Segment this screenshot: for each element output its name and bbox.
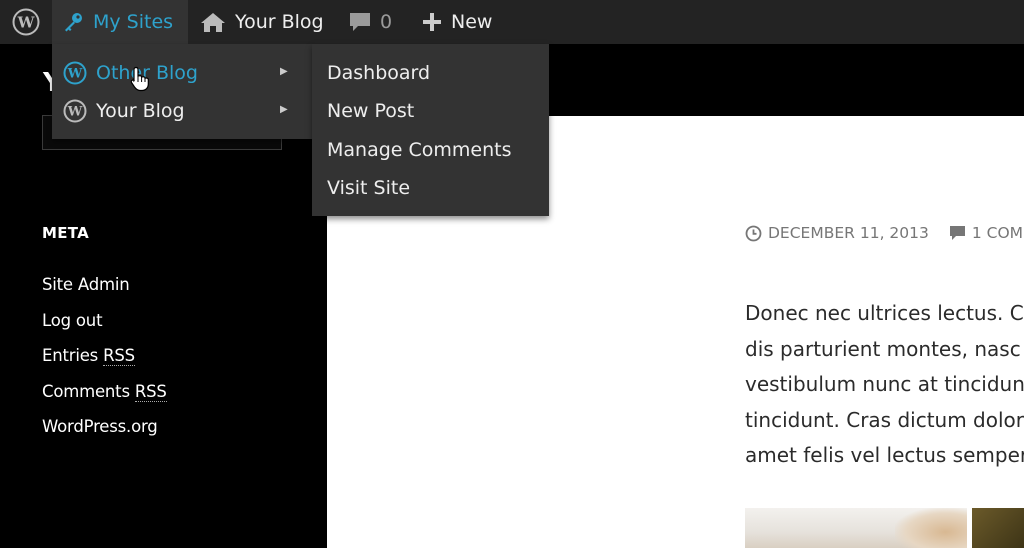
wordpress-logo-icon: W: [63, 61, 87, 85]
gallery-image[interactable]: [972, 508, 1024, 548]
comments-rss-link[interactable]: Comments RSS: [42, 381, 167, 418]
submenu-dashboard[interactable]: Dashboard: [327, 54, 430, 92]
comments-rss-label: Comments: [42, 381, 135, 401]
comments-rss-abbr: RSS: [134, 381, 167, 402]
comment-bubble-icon: [949, 226, 965, 240]
meta-heading: META: [42, 224, 90, 242]
key-icon: [65, 13, 82, 32]
hand-cursor-icon: [130, 66, 149, 92]
site-admin-link[interactable]: Site Admin: [42, 275, 167, 311]
entries-rss-label: Entries: [42, 346, 104, 365]
other-blog-submenu: Dashboard New Post Manage Comments Visit…: [312, 44, 549, 216]
gallery-image-cat[interactable]: [745, 508, 967, 548]
wp-logo-menu[interactable]: W: [0, 0, 52, 44]
svg-text:W: W: [17, 14, 36, 32]
my-sites-dropdown: W Other Blog ▶ W Your Blog ▶: [52, 44, 312, 139]
submenu-arrow-icon: ▶: [280, 104, 288, 115]
svg-text:W: W: [67, 105, 83, 120]
post-line: amet felis vel lectus semper: [745, 443, 1024, 467]
submenu-visit-site[interactable]: Visit Site: [327, 169, 410, 207]
comments-count: 0: [380, 11, 393, 33]
submenu-arrow-icon: ▶: [280, 66, 288, 77]
admin-bar: W My Sites Your Blog 0 New: [0, 0, 1024, 44]
svg-text:W: W: [67, 67, 83, 82]
my-sites-menu[interactable]: My Sites: [52, 0, 188, 44]
entries-rss-abbr: RSS: [103, 346, 135, 366]
post-line: vestibulum nunc at tincidun: [745, 372, 1024, 396]
home-icon: [201, 13, 225, 32]
my-sites-label: My Sites: [93, 11, 174, 33]
wordpress-logo-icon: W: [12, 8, 40, 36]
post-line: tincidunt. Cras dictum dolor: [745, 407, 1024, 432]
your-blog-menu-label: Your Blog: [96, 100, 185, 122]
post-date-link[interactable]: DECEMBER 11, 2013: [768, 224, 929, 242]
your-blog-menu[interactable]: Your Blog: [200, 0, 324, 44]
post-line: dis parturient montes, nasc: [745, 336, 1021, 361]
post-line: Donec nec ultrices lectus. C: [745, 301, 1024, 325]
your-blog-label: Your Blog: [235, 11, 324, 33]
comments-menu[interactable]: 0: [349, 0, 392, 44]
menu-item-your-blog[interactable]: W Your Blog ▶: [52, 92, 312, 130]
log-out-link[interactable]: Log out: [42, 311, 167, 347]
submenu-manage-comments[interactable]: Manage Comments: [327, 131, 512, 169]
submenu-new-post[interactable]: New Post: [327, 92, 414, 130]
comments-link[interactable]: 1 COM: [972, 224, 1023, 242]
wordpress-logo-icon: W: [63, 99, 87, 123]
post-body: Donec nec ultrices lectus. C dis parturi…: [745, 296, 1024, 474]
wordpress-org-link[interactable]: WordPress.org: [42, 417, 167, 453]
new-content-menu[interactable]: New: [422, 0, 492, 44]
entries-rss-link[interactable]: Entries RSS: [42, 346, 167, 382]
clock-icon: [745, 225, 762, 241]
new-label: New: [451, 11, 493, 33]
meta-links-list: Site Admin Log out Entries RSS Comments …: [42, 275, 167, 453]
plus-icon: [423, 13, 441, 31]
entry-meta: DECEMBER 11, 2013 1 COM: [745, 224, 1023, 242]
menu-item-other-blog[interactable]: W Other Blog ▶: [52, 54, 312, 92]
speech-bubble-icon: [350, 13, 370, 31]
